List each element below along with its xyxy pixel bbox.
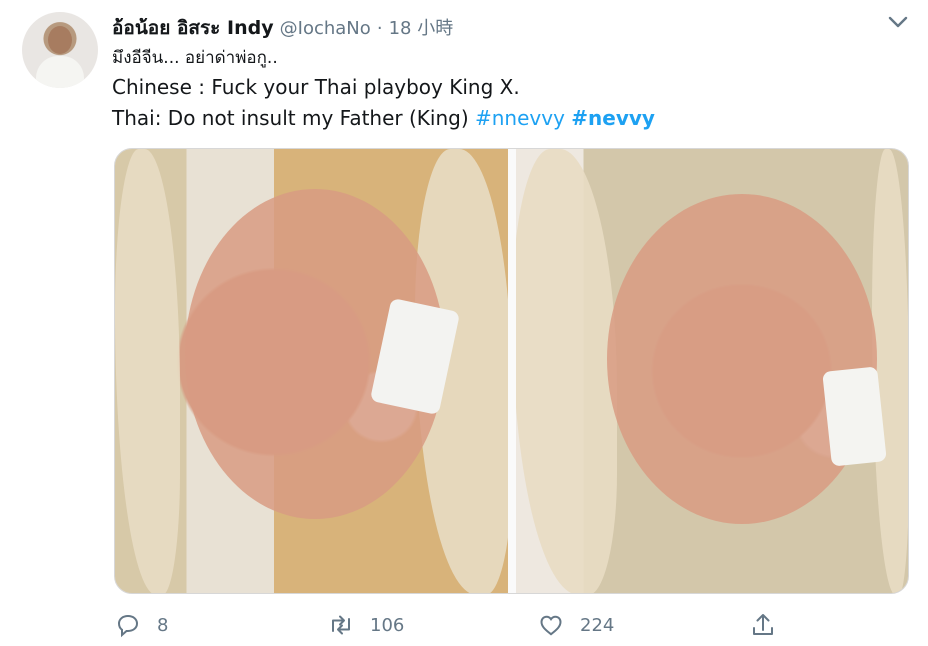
chevron-down-icon[interactable] [884,10,912,34]
tweet-text-line-2: Chinese : Fuck your Thai playboy King X. [112,75,520,99]
tweet-text-line-1: มึงอีจีน... อย่าด่าพ่อกู.. [112,48,278,68]
header-separator: · [376,18,383,39]
tweet-header: อ้อน้อย อิสระ Indy @IochaNo · 18 小時 [112,13,453,43]
share-button[interactable] [749,608,777,642]
author-name[interactable]: อ้อน้อย อิสระ Indy [112,17,274,39]
hair-left-2 [511,149,617,593]
reply-button[interactable]: 8 [114,608,168,642]
like-count: 224 [580,614,615,636]
tweet-time[interactable]: 18 小時 [389,18,454,39]
hashtag-nevvy[interactable]: #nevvy [571,106,655,130]
reply-icon [117,614,139,638]
avatar[interactable] [22,12,98,88]
tweet-text-line-3: Thai: Do not insult my Father (King) #nn… [112,106,655,130]
retweet-button[interactable]: 106 [327,608,404,642]
like-icon [540,615,562,636]
reply-count: 8 [157,614,169,636]
avatar-face [48,26,72,54]
like-button[interactable]: 224 [537,608,614,642]
avatar-body [36,56,84,88]
hair-left [115,149,180,593]
share-icon [753,614,773,635]
tweet-text-prefix: Thai: Do not insult my Father (King) [112,106,475,130]
smiling-face [606,194,877,524]
tweet-actions: 8 106 224 [114,608,814,642]
meme-panel-crying [115,149,512,593]
meme-panel-smiling [511,149,908,593]
tweet-media-image[interactable] [114,148,909,594]
retweet-icon [332,615,350,635]
media-divider [507,149,516,593]
hashtag-nnevvy[interactable]: #nnevvy [475,106,565,130]
author-handle[interactable]: @IochaNo [280,18,371,39]
retweet-count: 106 [370,614,405,636]
tissue-right [821,366,887,467]
